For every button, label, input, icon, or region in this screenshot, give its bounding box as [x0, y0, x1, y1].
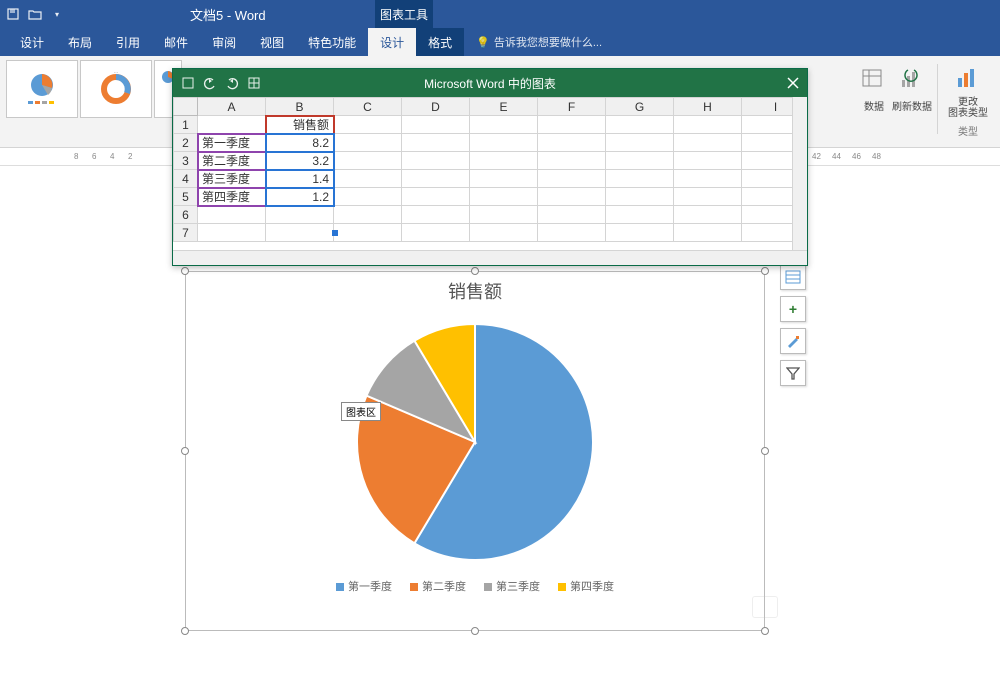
range-drag-handle[interactable]: [332, 230, 338, 236]
chart-elements-plus-icon[interactable]: +: [780, 296, 806, 322]
tab-view[interactable]: 视图: [248, 28, 296, 56]
resize-handle[interactable]: [181, 267, 189, 275]
chart-styles-gallery: ···: [0, 56, 188, 147]
chevron-down-icon[interactable]: ▾: [50, 7, 64, 21]
lightbulb-icon: 💡: [476, 36, 490, 49]
excel-titlebar[interactable]: Microsoft Word 中的图表: [173, 69, 807, 97]
excel-window-title: Microsoft Word 中的图表: [424, 75, 556, 92]
tab-layout[interactable]: 布局: [56, 28, 104, 56]
legend-item: 第四季度: [558, 578, 614, 594]
excel-data-window[interactable]: Microsoft Word 中的图表 ABCDEFGHI1销售额2第一季度8.…: [172, 68, 808, 266]
resize-handle[interactable]: [471, 627, 479, 635]
legend-item: 第三季度: [484, 578, 540, 594]
quick-access-toolbar: ▾: [0, 7, 70, 21]
tab-special[interactable]: 特色功能: [296, 28, 368, 56]
redo-icon[interactable]: [225, 76, 239, 90]
resize-handle[interactable]: [181, 627, 189, 635]
save-icon[interactable]: [6, 7, 20, 21]
tab-review[interactable]: 审阅: [200, 28, 248, 56]
tab-references[interactable]: 引用: [104, 28, 152, 56]
chart-object[interactable]: 销售额 图表区 第一季度 第二季度 第三季度 第四季度: [185, 271, 765, 631]
chart-title[interactable]: 销售额: [186, 272, 764, 304]
change-chart-type-button[interactable]: 更改 图表类型 类型: [942, 60, 994, 138]
chart-area-tooltip: 图表区: [341, 402, 381, 421]
layout-anchor-icon[interactable]: [752, 596, 778, 618]
undo-icon[interactable]: [203, 76, 217, 90]
chart-legend[interactable]: 第一季度 第二季度 第三季度 第四季度: [186, 570, 764, 594]
folder-icon[interactable]: [28, 7, 42, 21]
chart-side-buttons: +: [780, 264, 806, 386]
resize-handle[interactable]: [761, 267, 769, 275]
chart-filter-funnel-icon[interactable]: [780, 360, 806, 386]
close-icon[interactable]: [785, 75, 801, 91]
legend-item: 第一季度: [336, 578, 392, 594]
document-title: 文档5 - Word: [190, 5, 266, 24]
resize-handle[interactable]: [471, 267, 479, 275]
ribbon-right-group: 数据 刷新数据 更改 图表类型 类型: [859, 60, 994, 138]
tell-me-search[interactable]: 💡 告诉我您想要做什么...: [476, 34, 602, 50]
chart-tools-contextual-tab: 图表工具: [375, 0, 433, 28]
legend-item: 第二季度: [410, 578, 466, 594]
tab-chart-design[interactable]: 设计: [368, 28, 416, 56]
ribbon-tabs: 设计 布局 引用 邮件 审阅 视图 特色功能 设计 格式 💡 告诉我您想要做什么…: [0, 28, 1000, 56]
chart-style-2[interactable]: ···: [80, 60, 152, 118]
tab-chart-format[interactable]: 格式: [416, 28, 464, 56]
chart-styles-brush-icon[interactable]: [780, 328, 806, 354]
chart-style-1[interactable]: [6, 60, 78, 118]
horizontal-scrollbar[interactable]: [173, 250, 807, 265]
layout-options-icon[interactable]: [780, 264, 806, 290]
tab-design1[interactable]: 设计: [8, 28, 56, 56]
resize-handle[interactable]: [761, 447, 769, 455]
tell-me-placeholder: 告诉我您想要做什么...: [494, 34, 602, 50]
grid-icon[interactable]: [247, 76, 261, 90]
data-button[interactable]: 数据: [859, 60, 889, 138]
title-bar: ▾ 文档5 - Word 图表工具: [0, 0, 1000, 28]
refresh-data-button[interactable]: 刷新数据: [891, 60, 933, 138]
resize-handle[interactable]: [181, 447, 189, 455]
vertical-scrollbar[interactable]: [792, 97, 807, 250]
worksheet[interactable]: ABCDEFGHI1销售额2第一季度8.23第二季度3.24第三季度1.45第四…: [173, 97, 807, 265]
resize-handle[interactable]: [761, 627, 769, 635]
save-icon[interactable]: [181, 76, 195, 90]
tab-mailings[interactable]: 邮件: [152, 28, 200, 56]
svg-text:···: ···: [114, 70, 119, 76]
pie-plot-area[interactable]: [186, 304, 764, 570]
